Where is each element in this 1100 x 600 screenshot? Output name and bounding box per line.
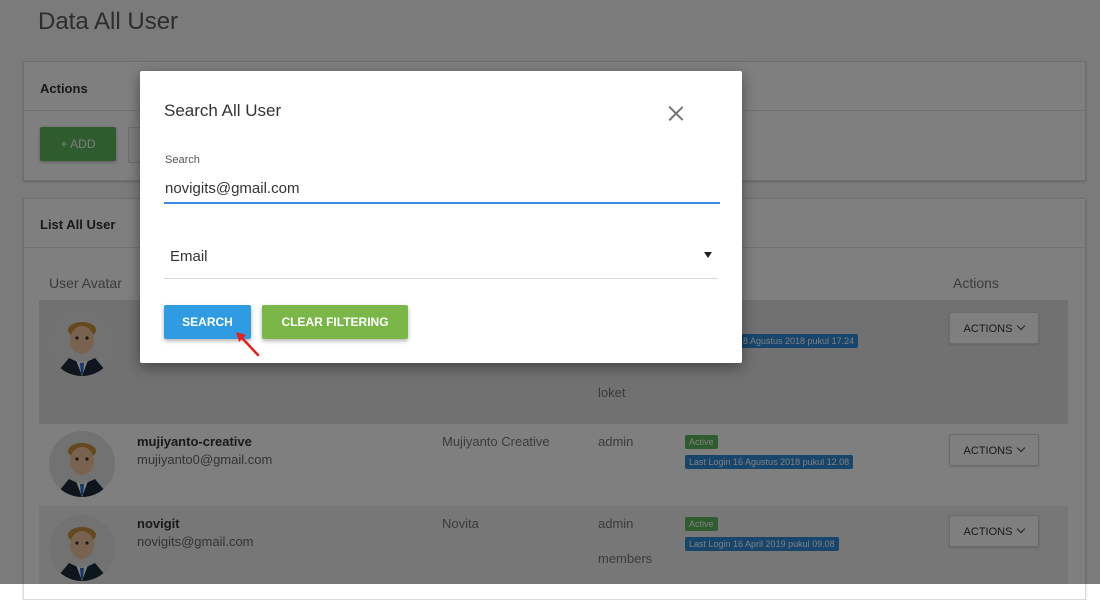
modal-title: Search All User [164,101,282,120]
filter-selected-value: Email [170,248,208,265]
filter-field-select[interactable]: Email [164,242,718,279]
search-user-modal: Search All User Search Email SEARCH CLEA… [140,71,742,363]
close-icon[interactable] [665,103,687,125]
search-field-label: Search [165,154,200,166]
search-input[interactable] [164,174,720,204]
search-button[interactable]: SEARCH [164,305,251,339]
caret-down-icon [704,252,712,258]
clear-filtering-button[interactable]: CLEAR FILTERING [262,305,408,339]
